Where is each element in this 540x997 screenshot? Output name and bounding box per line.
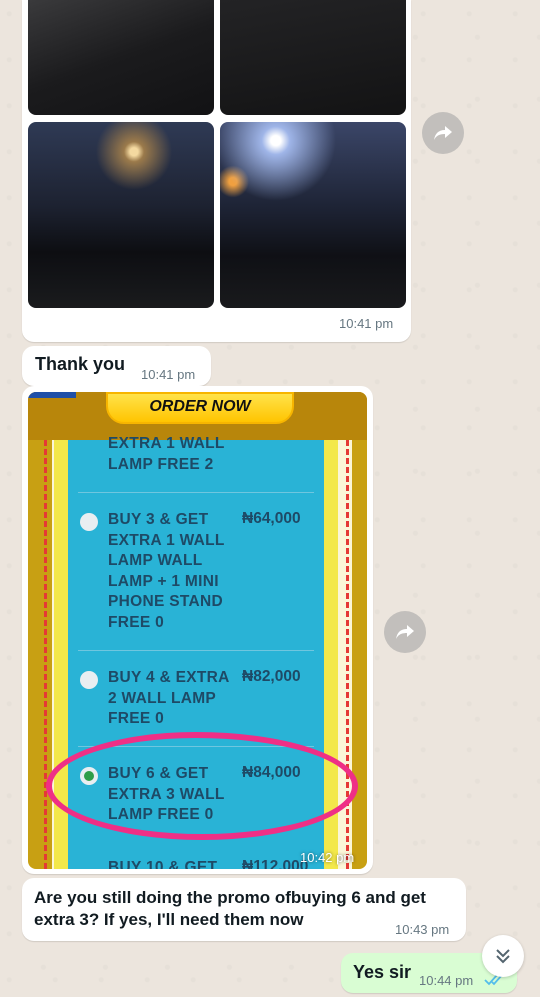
- scroll-to-bottom-button[interactable]: [482, 935, 524, 977]
- forward-icon: [396, 625, 414, 639]
- double-chevron-down-icon: [496, 949, 510, 964]
- message-timestamp: 10:44 pm: [419, 973, 474, 988]
- option-divider: [78, 492, 314, 493]
- message-text: Are you still doing the promo ofbuying 6…: [34, 888, 426, 929]
- photo-thumbnail[interactable]: [220, 122, 406, 308]
- forward-button[interactable]: [384, 611, 426, 653]
- promo-image[interactable]: ORDER NOW EXTRA 1 WALL LAMP FREE 2 BUY 3…: [28, 392, 367, 869]
- option-price: ₦64,000: [242, 510, 301, 527]
- option-label: BUY 3 & GET EXTRA 1 WALL LAMP WALL LAMP …: [108, 511, 225, 631]
- photo-album-message[interactable]: 10:41 pm: [22, 0, 411, 342]
- option-divider: [78, 650, 314, 651]
- highlight-circle: [46, 732, 358, 840]
- photo-thumbnail[interactable]: [28, 122, 214, 308]
- option-label: BUY 10 & GET: [108, 859, 218, 869]
- message-timestamp: 10:41 pm: [339, 316, 394, 331]
- message-timestamp: 10:43 pm: [395, 922, 450, 937]
- incoming-message[interactable]: Are you still doing the promo ofbuying 6…: [22, 878, 466, 941]
- message-text: Thank you: [35, 354, 126, 374]
- message-text: Yes sir: [353, 962, 412, 982]
- photo-thumbnail[interactable]: [220, 0, 406, 115]
- radio-button: [80, 671, 98, 689]
- message-timestamp: 10:41 pm: [141, 367, 196, 382]
- incoming-message[interactable]: Thank you 10:41 pm: [22, 346, 211, 386]
- order-now-button: ORDER NOW: [106, 392, 294, 424]
- photo-thumbnail[interactable]: [28, 0, 214, 115]
- radio-button: [80, 513, 98, 531]
- option-row-partial: BUY 10 & GET ₦112,000: [68, 850, 324, 869]
- option-label: BUY 4 & EXTRA 2 WALL LAMP FREE 0: [108, 669, 230, 727]
- forward-button[interactable]: [422, 112, 464, 154]
- header-accent: [28, 392, 76, 398]
- dashed-border: [44, 440, 47, 869]
- option-price: ₦82,000: [242, 668, 301, 685]
- forward-icon: [434, 126, 452, 140]
- option-label: EXTRA 1 WALL LAMP FREE 2: [108, 435, 225, 473]
- message-timestamp: 10:42 pm: [300, 850, 355, 865]
- option-price: ₦112,000: [242, 858, 309, 869]
